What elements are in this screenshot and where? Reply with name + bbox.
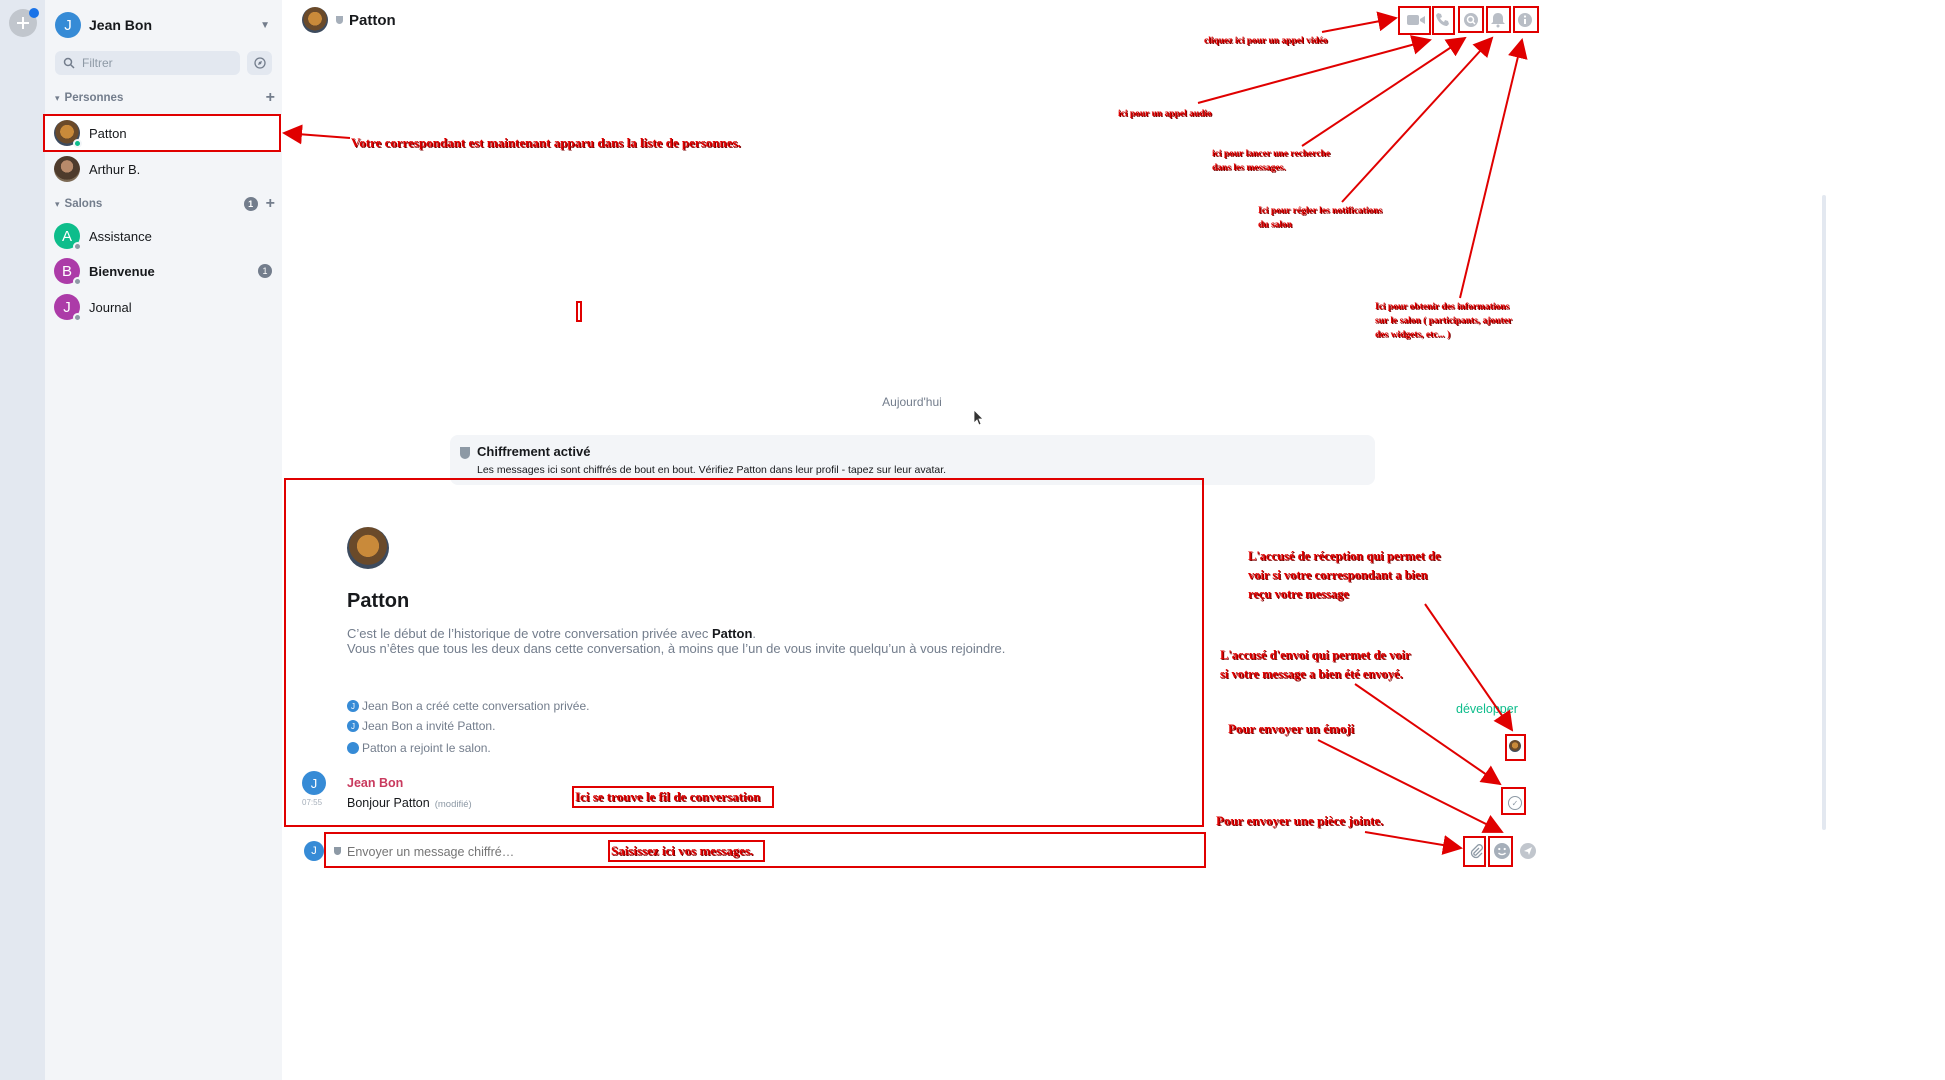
- room-item-arthur[interactable]: Arthur B.: [45, 151, 282, 187]
- annotation-timeline: Ici se trouve le fil de conversation: [575, 789, 761, 804]
- send-button[interactable]: [1517, 840, 1539, 862]
- compass-icon: [253, 57, 266, 69]
- room-item-label: Arthur B.: [89, 161, 141, 177]
- arthur-avatar: [54, 156, 80, 182]
- chevron-down-icon: ▾: [55, 198, 60, 209]
- annotation-video: cliquez ici pour un appel vidéo: [1204, 36, 1328, 46]
- unread-badge: 1: [258, 264, 272, 278]
- notification-dot: [29, 8, 39, 18]
- people-section-header[interactable]: ▾ Personnes +: [55, 89, 275, 107]
- annotation-box-audio: [1432, 6, 1455, 35]
- shield-icon: [336, 16, 343, 24]
- assistance-avatar: A: [54, 223, 82, 251]
- mouse-cursor-icon: [973, 409, 984, 426]
- people-section-label: Personnes: [64, 92, 124, 104]
- send-icon: [1520, 843, 1536, 859]
- annotation-notif-line2: du salon: [1258, 220, 1293, 230]
- room-avatar[interactable]: [302, 7, 328, 33]
- room-item-assistance[interactable]: A Assistance: [45, 218, 282, 254]
- annotation-box-timeline: [284, 478, 1204, 827]
- explore-rooms-button[interactable]: [247, 51, 272, 75]
- shield-icon: [460, 447, 470, 459]
- annotation-people: Votre correspondant est maintenant appar…: [351, 135, 741, 150]
- annotation-box-emoji: [1488, 836, 1513, 867]
- journal-avatar: J: [54, 294, 82, 322]
- annotation-sent-receipt: L'accusé d'envoi qui permet de voir si v…: [1220, 646, 1411, 684]
- room-item-label: Assistance: [89, 228, 152, 244]
- annotation-box-stray: [576, 301, 582, 322]
- room-status-icon: [73, 313, 82, 322]
- timeline-scrollbar[interactable]: [1822, 195, 1826, 830]
- annotation-composer: Saisissez ici vos messages.: [611, 843, 754, 858]
- room-list-panel: J Jean Bon ▼ Filtrer ▾ Personnes + Patto…: [45, 0, 282, 1080]
- chevron-down-icon: ▾: [55, 92, 60, 103]
- user-avatar[interactable]: J: [55, 12, 81, 38]
- annotation-notifications: Ici pour régler les notifications du sal…: [1258, 204, 1382, 232]
- rooms-section-header[interactable]: ▾ Salons 1 +: [55, 195, 275, 213]
- encryption-description: Les messages ici sont chiffrés de bout e…: [477, 464, 947, 476]
- rooms-section-label: Salons: [64, 198, 103, 210]
- filter-input[interactable]: Filtrer: [55, 51, 240, 75]
- annotation-sent-line2: si votre message a bien été envoyé.: [1220, 667, 1403, 681]
- annotation-box-attach: [1463, 836, 1486, 867]
- room-item-label: Bienvenue: [89, 263, 155, 279]
- room-status-icon: [73, 277, 82, 286]
- annotation-attach: Pour envoyer une pièce jointe.: [1216, 813, 1384, 828]
- annotation-box-patton: [43, 114, 281, 152]
- user-menu[interactable]: J Jean Bon ▼: [55, 12, 270, 38]
- avatar-initial: J: [63, 298, 71, 316]
- annotation-box-notifications: [1486, 6, 1511, 33]
- annotation-box-read-receipt: [1505, 734, 1526, 761]
- encryption-title: Chiffrement activé: [477, 444, 591, 459]
- room-item-journal[interactable]: J Journal: [45, 289, 282, 325]
- annotation-search: ici pour lancer une recherche dans les m…: [1212, 147, 1330, 175]
- room-item-label: Journal: [89, 299, 132, 315]
- room-title[interactable]: Patton: [349, 12, 396, 29]
- plus-icon: [17, 17, 29, 29]
- annotation-box-video: [1398, 6, 1431, 35]
- date-separator: Aujourd'hui: [882, 395, 942, 409]
- avatar-initial: B: [61, 262, 72, 280]
- bienvenue-avatar: B: [54, 258, 82, 286]
- annotation-sent-line1: L'accusé d'envoi qui permet de voir: [1220, 648, 1411, 662]
- annotation-read-line3: reçu votre message: [1248, 587, 1349, 601]
- annotation-notif-line1: Ici pour régler les notifications: [1258, 206, 1383, 216]
- space-bar: [0, 0, 45, 1080]
- expand-link[interactable]: développer: [1456, 702, 1518, 716]
- add-person-button[interactable]: +: [266, 89, 275, 107]
- annotation-box-sent-receipt: [1501, 787, 1526, 815]
- chevron-down-icon[interactable]: ▼: [260, 20, 270, 31]
- filter-placeholder: Filtrer: [82, 56, 113, 70]
- annotation-read-line2: voir si votre correspondant a bien: [1248, 568, 1428, 582]
- annotation-info: Ici pour obtenir des informations sur le…: [1375, 300, 1512, 342]
- annotation-box-search: [1458, 6, 1484, 33]
- room-header: Patton: [302, 7, 396, 33]
- annotation-read-receipt: L'accusé de réception qui permet de voir…: [1248, 547, 1441, 604]
- annotation-audio: ici pour un appel audio: [1118, 109, 1212, 119]
- composer-avatar: J: [304, 841, 324, 861]
- annotation-box-info: [1513, 6, 1539, 33]
- add-room-button[interactable]: +: [266, 195, 275, 213]
- room-item-bienvenue[interactable]: B Bienvenue 1: [45, 253, 282, 289]
- room-status-icon: [73, 242, 82, 251]
- annotation-search-line2: dans les messages.: [1212, 163, 1286, 173]
- annotation-info-line3: des widgets, etc... ): [1375, 330, 1451, 340]
- annotation-box-composer: [324, 832, 1206, 868]
- avatar-initial: A: [61, 227, 72, 245]
- annotation-info-line2: sur le salon ( participants, ajouter: [1375, 316, 1513, 326]
- annotation-emoji: Pour envoyer un émoji: [1228, 721, 1355, 736]
- user-name: Jean Bon: [89, 17, 153, 33]
- rooms-unread-count: 1: [243, 197, 258, 211]
- search-icon: [63, 57, 75, 69]
- annotation-read-line1: L'accusé de réception qui permet de: [1248, 549, 1441, 563]
- annotation-search-line1: ici pour lancer une recherche: [1212, 149, 1331, 159]
- annotation-info-line1: Ici pour obtenir des informations: [1375, 302, 1510, 312]
